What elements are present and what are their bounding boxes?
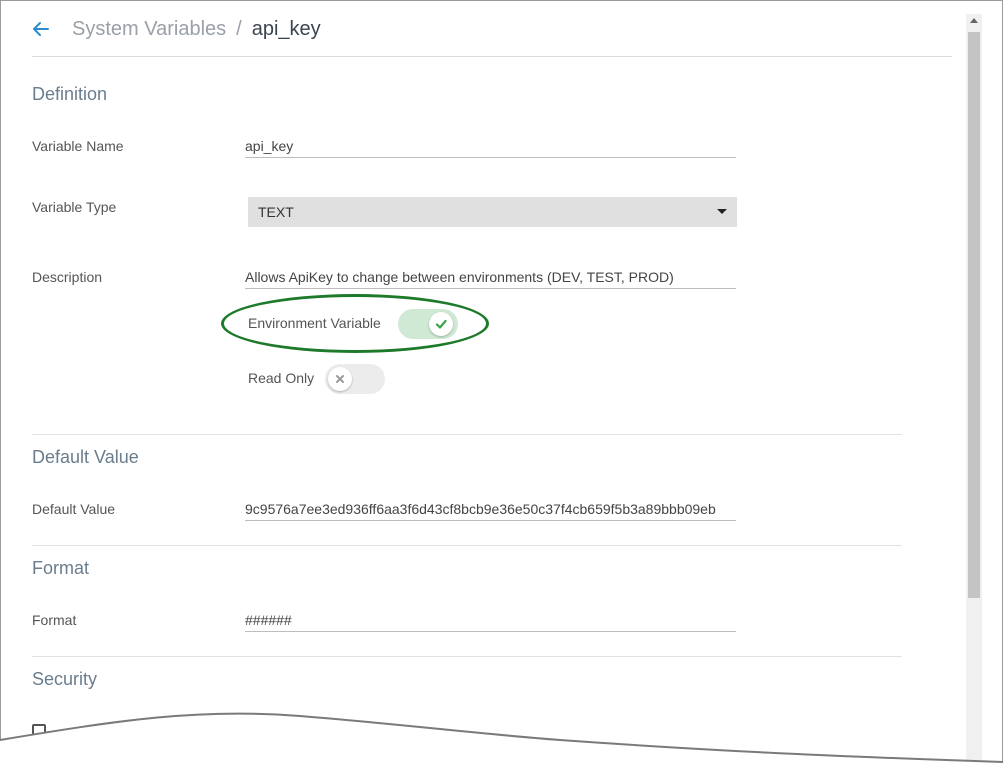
section-divider: [32, 434, 902, 435]
toggle-knob: [429, 312, 453, 336]
variable-name-label: Variable Name: [32, 138, 124, 154]
breadcrumb-parent[interactable]: System Variables: [72, 18, 226, 41]
torn-edge: [0, 712, 1003, 766]
default-value-label: Default Value: [32, 501, 116, 517]
chevron-down-icon: [717, 209, 727, 214]
back-arrow-icon[interactable]: [32, 20, 50, 38]
security-section-title: Security: [32, 669, 98, 689]
description-label: Description: [32, 269, 103, 285]
default-value-input[interactable]: 9c9576a7ee3ed936ff6aa3f6d43cf8bcb9e36e50…: [245, 501, 736, 521]
description-input[interactable]: Allows ApiKey to change between environm…: [245, 269, 736, 289]
format-section-title: Format: [32, 558, 90, 578]
page-title: api_key: [251, 17, 321, 40]
toggle-knob: [328, 367, 352, 391]
close-icon: [336, 375, 344, 383]
breadcrumb: System Variables / api_key: [32, 14, 321, 44]
definition-section-title: Definition: [32, 84, 108, 104]
variable-name-input[interactable]: api_key: [245, 138, 736, 158]
breadcrumb-separator: /: [236, 17, 242, 40]
format-input[interactable]: ######: [245, 612, 736, 632]
scrollbar[interactable]: [966, 14, 982, 766]
environment-variable-toggle[interactable]: [398, 309, 458, 339]
format-label: Format: [32, 612, 77, 628]
variable-type-label: Variable Type: [32, 199, 117, 215]
scrollbar-thumb[interactable]: [968, 32, 980, 598]
default-value-section-title: Default Value: [32, 447, 139, 467]
section-divider: [32, 656, 902, 657]
section-divider: [32, 545, 902, 546]
read-only-toggle[interactable]: [325, 364, 385, 394]
window-frame: [0, 0, 1003, 766]
checkmark-icon: [435, 319, 447, 329]
variable-type-select[interactable]: TEXT: [248, 197, 737, 227]
read-only-label: Read Only: [248, 370, 315, 386]
variable-type-value: TEXT: [258, 204, 294, 220]
environment-variable-label: Environment Variable: [248, 315, 381, 331]
header-divider: [32, 56, 952, 57]
scroll-up-arrow-icon[interactable]: [970, 18, 978, 23]
